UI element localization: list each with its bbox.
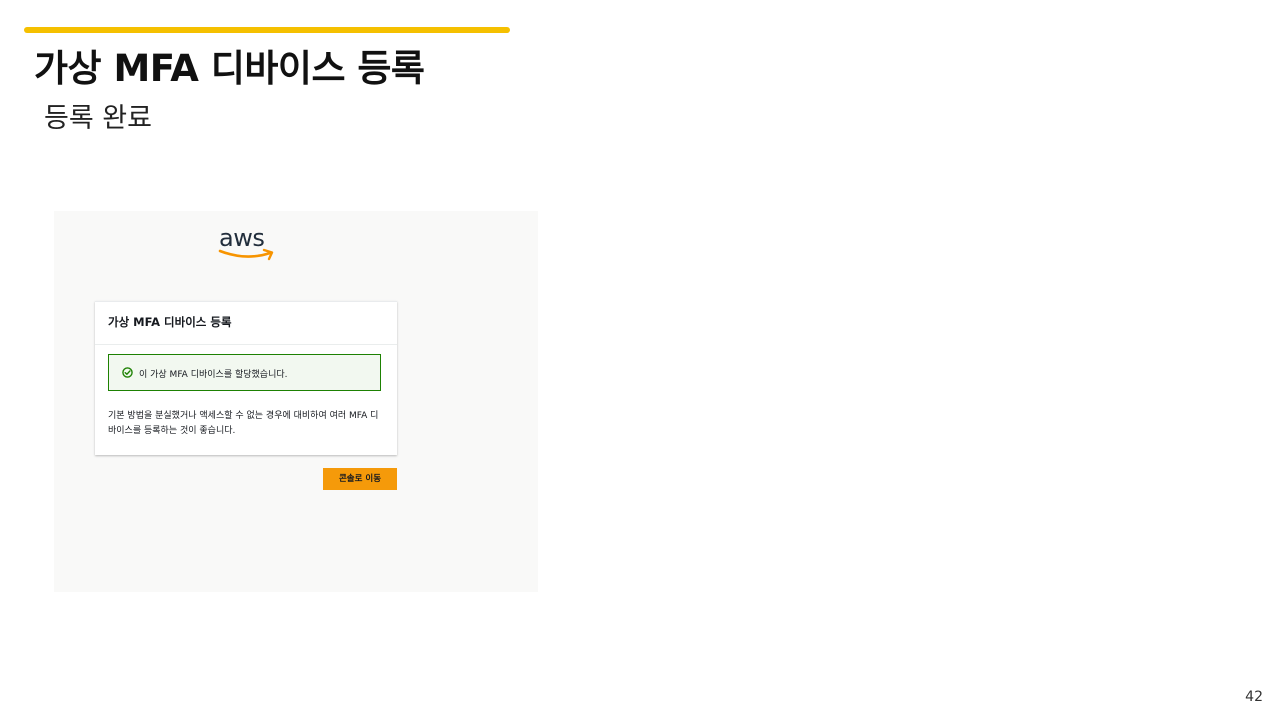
success-alert: 이 가상 MFA 디바이스를 할당했습니다. [108, 354, 381, 391]
card-body-line: 기본 방법을 분실했거나 액세스할 수 없는 경우에 대비하여 여러 MFA 디 [108, 411, 379, 421]
aws-smile-icon [218, 248, 274, 261]
check-circle-icon [122, 367, 133, 378]
slide: 가상 MFA 디바이스 등록 등록 완료 aws 가상 MFA 디바이스 등록 … [0, 0, 1280, 720]
title-accent-bar [24, 27, 510, 33]
card-header: 가상 MFA 디바이스 등록 [95, 302, 397, 345]
slide-title: 가상 MFA 디바이스 등록 [34, 47, 425, 90]
aws-console-screenshot: aws 가상 MFA 디바이스 등록 이 가상 MFA 디바이스를 할당했습니다… [54, 211, 538, 592]
go-to-console-button[interactable]: 콘솔로 이동 [323, 468, 397, 490]
slide-subtitle: 등록 완료 [44, 103, 152, 134]
aws-logo: aws [218, 224, 278, 268]
page-number: 42 [1245, 689, 1263, 705]
card-title: 가상 MFA 디바이스 등록 [108, 315, 232, 329]
success-alert-text: 이 가상 MFA 디바이스를 할당했습니다. [139, 370, 288, 380]
mfa-registration-card: 가상 MFA 디바이스 등록 이 가상 MFA 디바이스를 할당했습니다. 기본… [95, 301, 397, 455]
card-body-line: 바이스를 등록하는 것이 좋습니다. [108, 426, 236, 436]
card-body-text: 기본 방법을 분실했거나 액세스할 수 없는 경우에 대비하여 여러 MFA 디… [108, 409, 390, 439]
